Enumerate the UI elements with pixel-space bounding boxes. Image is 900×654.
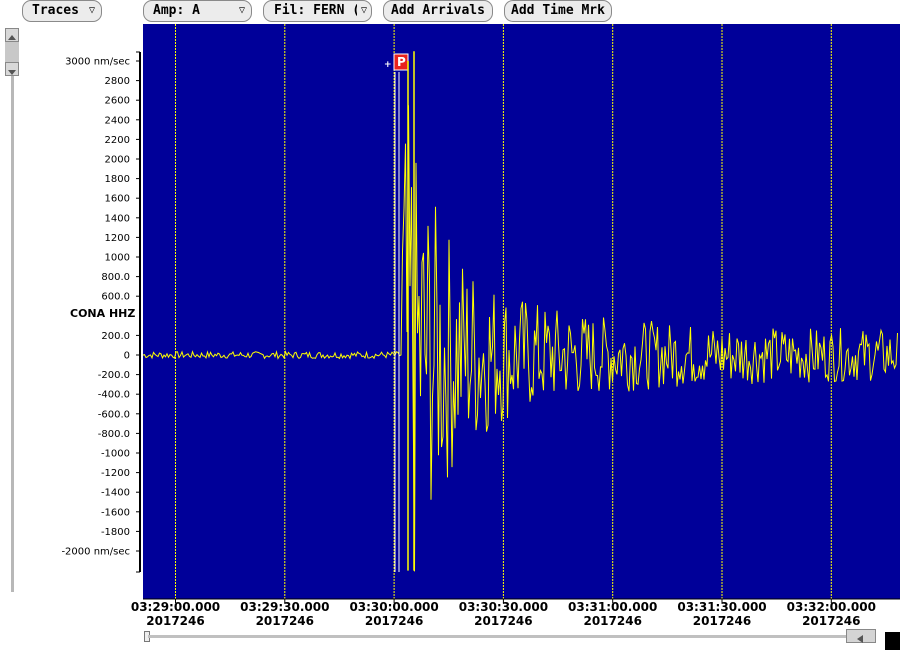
y-tick-label: 800.0 bbox=[101, 272, 130, 283]
y-tick-label: 600.0 bbox=[101, 292, 130, 303]
y-tick-label: 2600 bbox=[105, 96, 130, 107]
y-tick-label: 1600 bbox=[105, 194, 130, 205]
x-tick-time-label: 03:31:30.000 bbox=[677, 600, 766, 614]
x-tick-date-label: 2017246 bbox=[693, 614, 751, 628]
y-tick-label: 2000 bbox=[105, 155, 130, 166]
plot-background bbox=[143, 24, 900, 599]
station-label: CONA HHZ bbox=[70, 307, 135, 320]
x-tick-date-label: 2017246 bbox=[474, 614, 532, 628]
y-tick-label: -1400 bbox=[101, 488, 130, 499]
x-tick-date-label: 2017246 bbox=[256, 614, 314, 628]
x-tick-date-label: 2017246 bbox=[583, 614, 641, 628]
y-tick-label: 1000 bbox=[105, 253, 130, 264]
x-tick-time-label: 03:29:30.000 bbox=[240, 600, 329, 614]
y-tick-label: -1600 bbox=[101, 507, 130, 518]
x-axis: 03:29:00.000201724603:29:30.000201724603… bbox=[131, 598, 900, 628]
pick-label: P bbox=[397, 55, 406, 69]
horizontal-scrollbar[interactable] bbox=[144, 629, 900, 650]
x-tick-time-label: 03:32:00.000 bbox=[787, 600, 876, 614]
x-tick-date-label: 2017246 bbox=[365, 614, 423, 628]
scroll-left-arrow-icon[interactable] bbox=[846, 629, 876, 643]
y-tick-label: -200.0 bbox=[98, 370, 130, 381]
y-tick-label: 3000 nm/sec bbox=[65, 57, 130, 68]
y-tick-label: -2000 nm/sec bbox=[61, 547, 130, 558]
x-tick-time-label: 03:30:30.000 bbox=[459, 600, 548, 614]
x-tick-time-label: 03:29:00.000 bbox=[131, 600, 220, 614]
x-tick-date-label: 2017246 bbox=[146, 614, 204, 628]
y-tick-label: -1200 bbox=[101, 468, 130, 479]
seismogram-view[interactable]: 3000 nm/sec 2800 2600 2400 2200 2000 1800 1600 1… bbox=[0, 0, 900, 650]
y-tick-label: 2400 bbox=[105, 115, 130, 126]
y-tick-label: -600.0 bbox=[98, 409, 130, 420]
x-tick-time-label: 03:30:00.000 bbox=[349, 600, 438, 614]
y-tick-label: 0 bbox=[124, 351, 130, 362]
y-tick-label: 1200 bbox=[105, 233, 130, 244]
y-tick-label: 200.0 bbox=[101, 331, 130, 342]
resize-corner-icon[interactable] bbox=[885, 632, 900, 650]
y-tick-label: 1800 bbox=[105, 174, 130, 185]
y-tick-label: 1400 bbox=[105, 213, 130, 224]
y-tick-label: 2800 bbox=[105, 76, 130, 87]
y-tick-label: -1000 bbox=[101, 449, 130, 460]
seismogram-plot[interactable]: 3000 nm/sec 2800 2600 2400 2200 2000 1800 1600 1… bbox=[0, 0, 900, 650]
horizontal-scroll-track[interactable] bbox=[148, 635, 848, 638]
x-tick-time-label: 03:31:00.000 bbox=[568, 600, 657, 614]
y-tick-label: -400.0 bbox=[98, 390, 130, 401]
y-tick-label: -1800 bbox=[101, 527, 130, 538]
y-tick-label: 2200 bbox=[105, 135, 130, 146]
x-tick-date-label: 2017246 bbox=[802, 614, 860, 628]
pick-plus-marker: + bbox=[384, 60, 392, 70]
y-tick-label: -800.0 bbox=[98, 429, 130, 440]
